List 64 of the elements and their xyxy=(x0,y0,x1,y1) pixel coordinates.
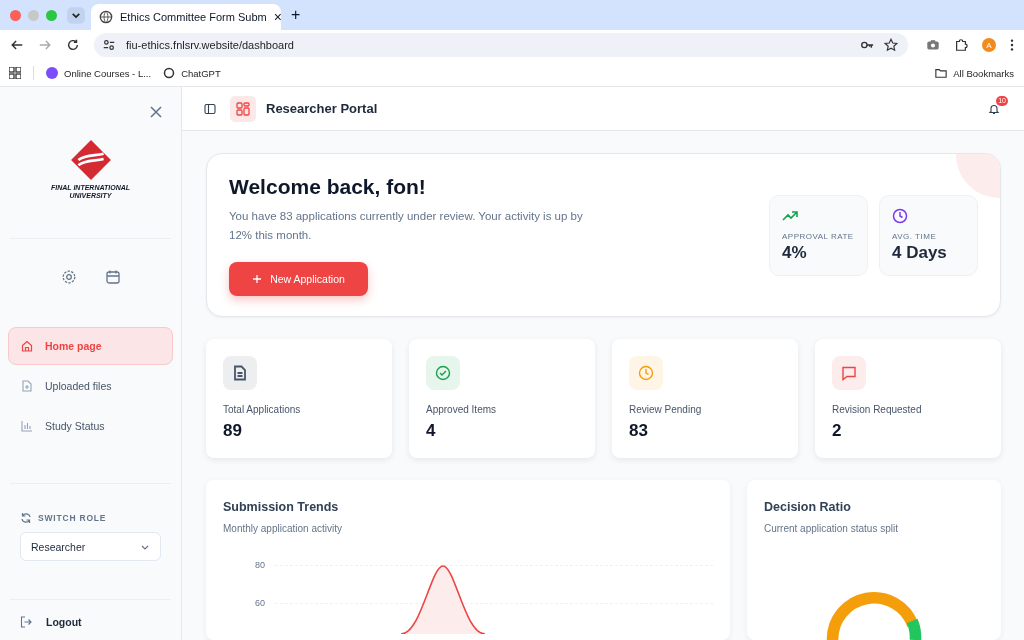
metric-label: APPROVAL RATE xyxy=(782,231,855,241)
logout-icon xyxy=(20,616,32,628)
logout-button[interactable]: Logout xyxy=(0,600,181,640)
grid-icon xyxy=(230,95,256,122)
bell-icon[interactable] xyxy=(988,102,1000,115)
url-text: fiu-ethics.fnlsrv.website/dashboard xyxy=(126,39,294,51)
stat-label: Review Pending xyxy=(629,404,703,415)
nav-item[interactable]: Uploaded files xyxy=(8,367,173,405)
nav-item[interactable]: Study Status xyxy=(8,407,173,445)
stat-value: 89 xyxy=(223,421,243,441)
stat-label: Revision Requested xyxy=(832,404,923,415)
stat-value: 2 xyxy=(832,421,843,441)
axis-tick-label: 60 xyxy=(254,598,265,608)
reload-icon[interactable] xyxy=(66,38,80,52)
globe-icon xyxy=(99,10,113,24)
home-icon xyxy=(21,340,33,352)
stat-value: 83 xyxy=(629,421,649,441)
portal-title: Researcher Portal xyxy=(266,101,378,116)
apps-icon[interactable] xyxy=(9,67,21,79)
welcome-text: You have 83 applications currently under review. Your activity is up by 12% this month. xyxy=(229,208,584,243)
metric-value: 4% xyxy=(782,242,808,263)
stat-label: Approved Items xyxy=(426,404,498,415)
stat-value: 4 xyxy=(426,421,437,441)
metric-label: AVG. TIME xyxy=(892,231,938,241)
refresh-icon xyxy=(20,512,32,524)
corner-decoration xyxy=(954,154,1000,200)
card-title: Submission Trends xyxy=(223,500,340,514)
card-subtitle: Current application status split xyxy=(764,523,899,534)
browser-tab[interactable]: Ethics Committee Form Subm × xyxy=(91,4,281,30)
metric-value: 4 Days xyxy=(892,242,948,263)
bar-chart-icon xyxy=(21,420,33,432)
tab-title: Ethics Committee Form Subm xyxy=(120,11,267,23)
camera-icon[interactable] xyxy=(926,38,940,52)
card-subtitle: Monthly application activity xyxy=(223,523,343,534)
new-application-button[interactable]: New Application xyxy=(229,261,368,296)
calendar-icon[interactable] xyxy=(104,269,121,285)
bookmark[interactable]: Online Courses - L... xyxy=(46,67,152,79)
more-icon[interactable] xyxy=(1010,38,1014,52)
axis-tick-label: 80 xyxy=(254,560,265,570)
extensions-icon[interactable] xyxy=(954,38,968,52)
clock-icon xyxy=(892,207,908,224)
stat-label: Total Applications xyxy=(223,404,302,415)
back-icon[interactable] xyxy=(10,38,24,52)
site-settings-icon[interactable] xyxy=(102,38,116,52)
close-tab-button[interactable]: × xyxy=(273,9,282,25)
address-bar[interactable]: fiu-ethics.fnlsrv.website/dashboard xyxy=(94,33,908,57)
role-select[interactable]: Researcher xyxy=(20,532,161,561)
close-icon[interactable] xyxy=(149,105,163,119)
plus-icon xyxy=(252,273,263,284)
folder-icon xyxy=(935,67,948,79)
tab-list-icon[interactable] xyxy=(67,6,85,24)
bookmark-icon xyxy=(46,67,58,79)
all-bookmarks-button[interactable]: All Bookmarks xyxy=(935,67,1014,79)
new-tab-button[interactable]: + xyxy=(291,6,301,24)
star-icon[interactable] xyxy=(884,38,898,52)
sidebar-toggle-icon[interactable] xyxy=(204,102,216,115)
card-title: Decision Ratio xyxy=(764,500,852,514)
logo-icon xyxy=(69,139,112,181)
switch-role-label: SWITCH ROLE xyxy=(38,513,107,523)
welcome-title: Welcome back, fon! xyxy=(229,174,427,199)
settings-icon[interactable] xyxy=(60,269,77,285)
bookmark[interactable]: ChatGPT xyxy=(163,67,221,79)
bookmark-icon xyxy=(163,67,176,79)
file-icon xyxy=(21,380,33,392)
